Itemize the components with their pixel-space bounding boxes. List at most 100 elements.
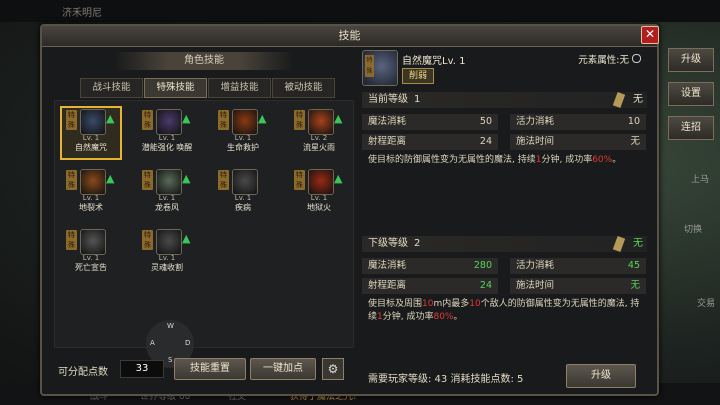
skill-level: Lv. 1 [82, 194, 100, 202]
mana-cost-cell: 魔法消耗 280 [362, 258, 498, 274]
special-tag: 特殊 [218, 170, 229, 190]
next-level-header: 下级等级 2 无 [362, 236, 647, 252]
upgrade-arrow-icon: ▲ [106, 112, 115, 125]
next-stats-row-1: 魔法消耗 280 活力消耗 45 [362, 258, 647, 276]
current-stats-row-2: 射程距离 24 施法时间无 [362, 134, 647, 152]
skill-level: Lv. 1 [158, 254, 176, 262]
current-level-status: 无 [633, 94, 643, 105]
upgrade-button[interactable]: 升级 [566, 364, 636, 388]
circle-icon [632, 54, 641, 63]
skill-level: Lv. 1 [158, 194, 176, 202]
points-value: 33 [120, 360, 164, 378]
mana-cost-cell: 魔法消耗 50 [362, 114, 498, 130]
switch-label[interactable]: 切换 [684, 222, 702, 235]
special-tag: 特殊 [294, 170, 305, 190]
skill-level: Lv. 1 [310, 194, 328, 202]
tab-passive[interactable]: 被动技能 [272, 78, 335, 98]
mage-icon [156, 109, 182, 135]
disease-icon [232, 169, 258, 195]
skill-level: Lv. 1 [82, 254, 100, 262]
scroll-icon [612, 236, 626, 252]
skull-spell-icon [80, 109, 106, 135]
skill-slot[interactable]: 特殊 ▲ Lv. 1 地狱火 [289, 167, 349, 219]
skill-reset-button[interactable]: 技能重置 [174, 358, 246, 380]
special-tag: 特殊 [66, 110, 77, 130]
skill-grid: 特殊 ▲ Lv. 1 自然魔咒 特殊 ▲ Lv. 1 潜能强化 唤醒 特殊 ▲ Lv. 1 生命救护特… [54, 100, 354, 348]
section-title: 角色技能 [114, 52, 294, 70]
tab-buff[interactable]: 增益技能 [208, 78, 271, 98]
skill-dialog: 技能 ✕ 角色技能 战斗技能 特殊技能 增益技能 被动技能 特殊 ▲ Lv. 1 自然… [40, 24, 659, 396]
upgrade-arrow-icon: ▲ [334, 112, 343, 125]
skill-name: 潜能强化 唤醒 [141, 143, 193, 152]
next-level-value: 2 [414, 238, 421, 249]
stamina-cost-cell: 活力消耗 10 [510, 114, 646, 130]
skill-slot[interactable]: 特殊 ▲ Lv. 1 灵魂收割 [137, 227, 197, 279]
upgrade-requirement: 需要玩家等级: 43 消耗技能点数: 5 [368, 374, 524, 385]
skill-level: Lv. 1 [234, 194, 252, 202]
special-tag: 特殊 [66, 230, 77, 250]
auto-assign-button[interactable]: 一键加点 [250, 358, 316, 380]
dpad-w: W [167, 322, 174, 330]
special-tag: 特殊 [294, 110, 305, 130]
skill-name: 流星火雨 [303, 143, 335, 152]
skill-level: Lv. 1 [82, 134, 100, 142]
skill-slot[interactable]: 特殊 ▲ Lv. 1 龙卷风 [137, 167, 197, 219]
top-bar: 济禾明尼 [0, 0, 720, 22]
meteor-icon [308, 109, 334, 135]
current-level-value: 1 [414, 94, 421, 105]
skill-level: Lv. 1 [158, 134, 176, 142]
upgrade-arrow-icon: ▲ [334, 172, 343, 185]
skill-level: Lv. 1 [234, 134, 252, 142]
skill-slot[interactable]: 特殊 Lv. 1 死亡宣告 [61, 227, 121, 279]
upgrade-arrow-icon: ▲ [182, 172, 191, 185]
debuff-badge: 削弱 [402, 68, 435, 84]
scroll-icon [612, 92, 626, 108]
skill-name: 龙卷风 [155, 203, 179, 212]
skill-name: 死亡宣告 [75, 263, 107, 272]
special-tag: 特殊 [218, 110, 229, 130]
upgrade-arrow-icon: ▲ [182, 112, 191, 125]
next-stats-row-2: 射程距离 24 施法时间无 [362, 278, 647, 296]
current-description: 使目标的防御属性变为无属性的魔法, 持续1分钟, 成功率60%。 [368, 155, 622, 165]
fire-spiral-icon [232, 109, 258, 135]
hellfire-icon [308, 169, 334, 195]
skill-slot[interactable]: 特殊 ▲ Lv. 1 潜能强化 唤醒 [137, 107, 197, 159]
current-level-title: 当前等级 [368, 94, 408, 105]
skill-slot[interactable]: 特殊 ▲ Lv. 2 流星火雨 [289, 107, 349, 159]
tab-combat[interactable]: 战斗技能 [80, 78, 143, 98]
trade-label[interactable]: 交易 [697, 296, 715, 309]
skill-slot[interactable]: 特殊 ▲ Lv. 1 生命救护 [213, 107, 273, 159]
special-tag: 特殊 [365, 55, 374, 77]
side-upgrade-button[interactable]: 升级 [668, 48, 714, 72]
mount-label[interactable]: 上马 [691, 172, 709, 185]
tab-special[interactable]: 特殊技能 [144, 78, 207, 98]
skill-name: 地狱火 [307, 203, 331, 212]
dpad-d: D [185, 339, 191, 347]
range-cell: 射程距离 24 [362, 278, 498, 294]
close-icon[interactable]: ✕ [641, 26, 659, 44]
dialog-title: 技能 [42, 26, 657, 47]
selected-skill-icon: 特殊 [362, 50, 398, 86]
top-bar-text: 济禾明尼 [62, 8, 102, 19]
side-settings-button[interactable]: 设置 [668, 82, 714, 106]
cast-time-cell: 施法时间无 [510, 278, 646, 294]
cast-time-cell: 施法时间无 [510, 134, 646, 150]
special-tag: 特殊 [142, 170, 153, 190]
range-cell: 射程距离 24 [362, 134, 498, 150]
tornado-icon [156, 169, 182, 195]
side-combo-button[interactable]: 连招 [668, 116, 714, 140]
skill-slot[interactable]: 特殊 ▲ Lv. 1 地裂术 [61, 167, 121, 219]
points-label: 可分配点数 [58, 367, 108, 378]
gear-icon[interactable]: ⚙ [322, 358, 344, 380]
next-level-title: 下级等级 [368, 238, 408, 249]
next-description: 使目标及周围10m内最多10个敌人的防御属性变为无属性的魔法, 持续1分钟, 成… [368, 299, 640, 322]
current-stats-row-1: 魔法消耗 50 活力消耗 10 [362, 114, 647, 132]
upgrade-arrow-icon: ▲ [106, 172, 115, 185]
skill-tabs: 战斗技能 特殊技能 增益技能 被动技能 [80, 78, 336, 98]
skill-slot[interactable]: 特殊 Lv. 1 疾病 [213, 167, 273, 219]
earth-spike-icon [80, 169, 106, 195]
skill-slot[interactable]: 特殊 ▲ Lv. 1 自然魔咒 [60, 106, 122, 160]
reaper-icon [156, 229, 182, 255]
selected-skill-name: 自然魔咒Lv. 1 [402, 56, 466, 67]
stamina-cost-cell: 活力消耗 45 [510, 258, 646, 274]
